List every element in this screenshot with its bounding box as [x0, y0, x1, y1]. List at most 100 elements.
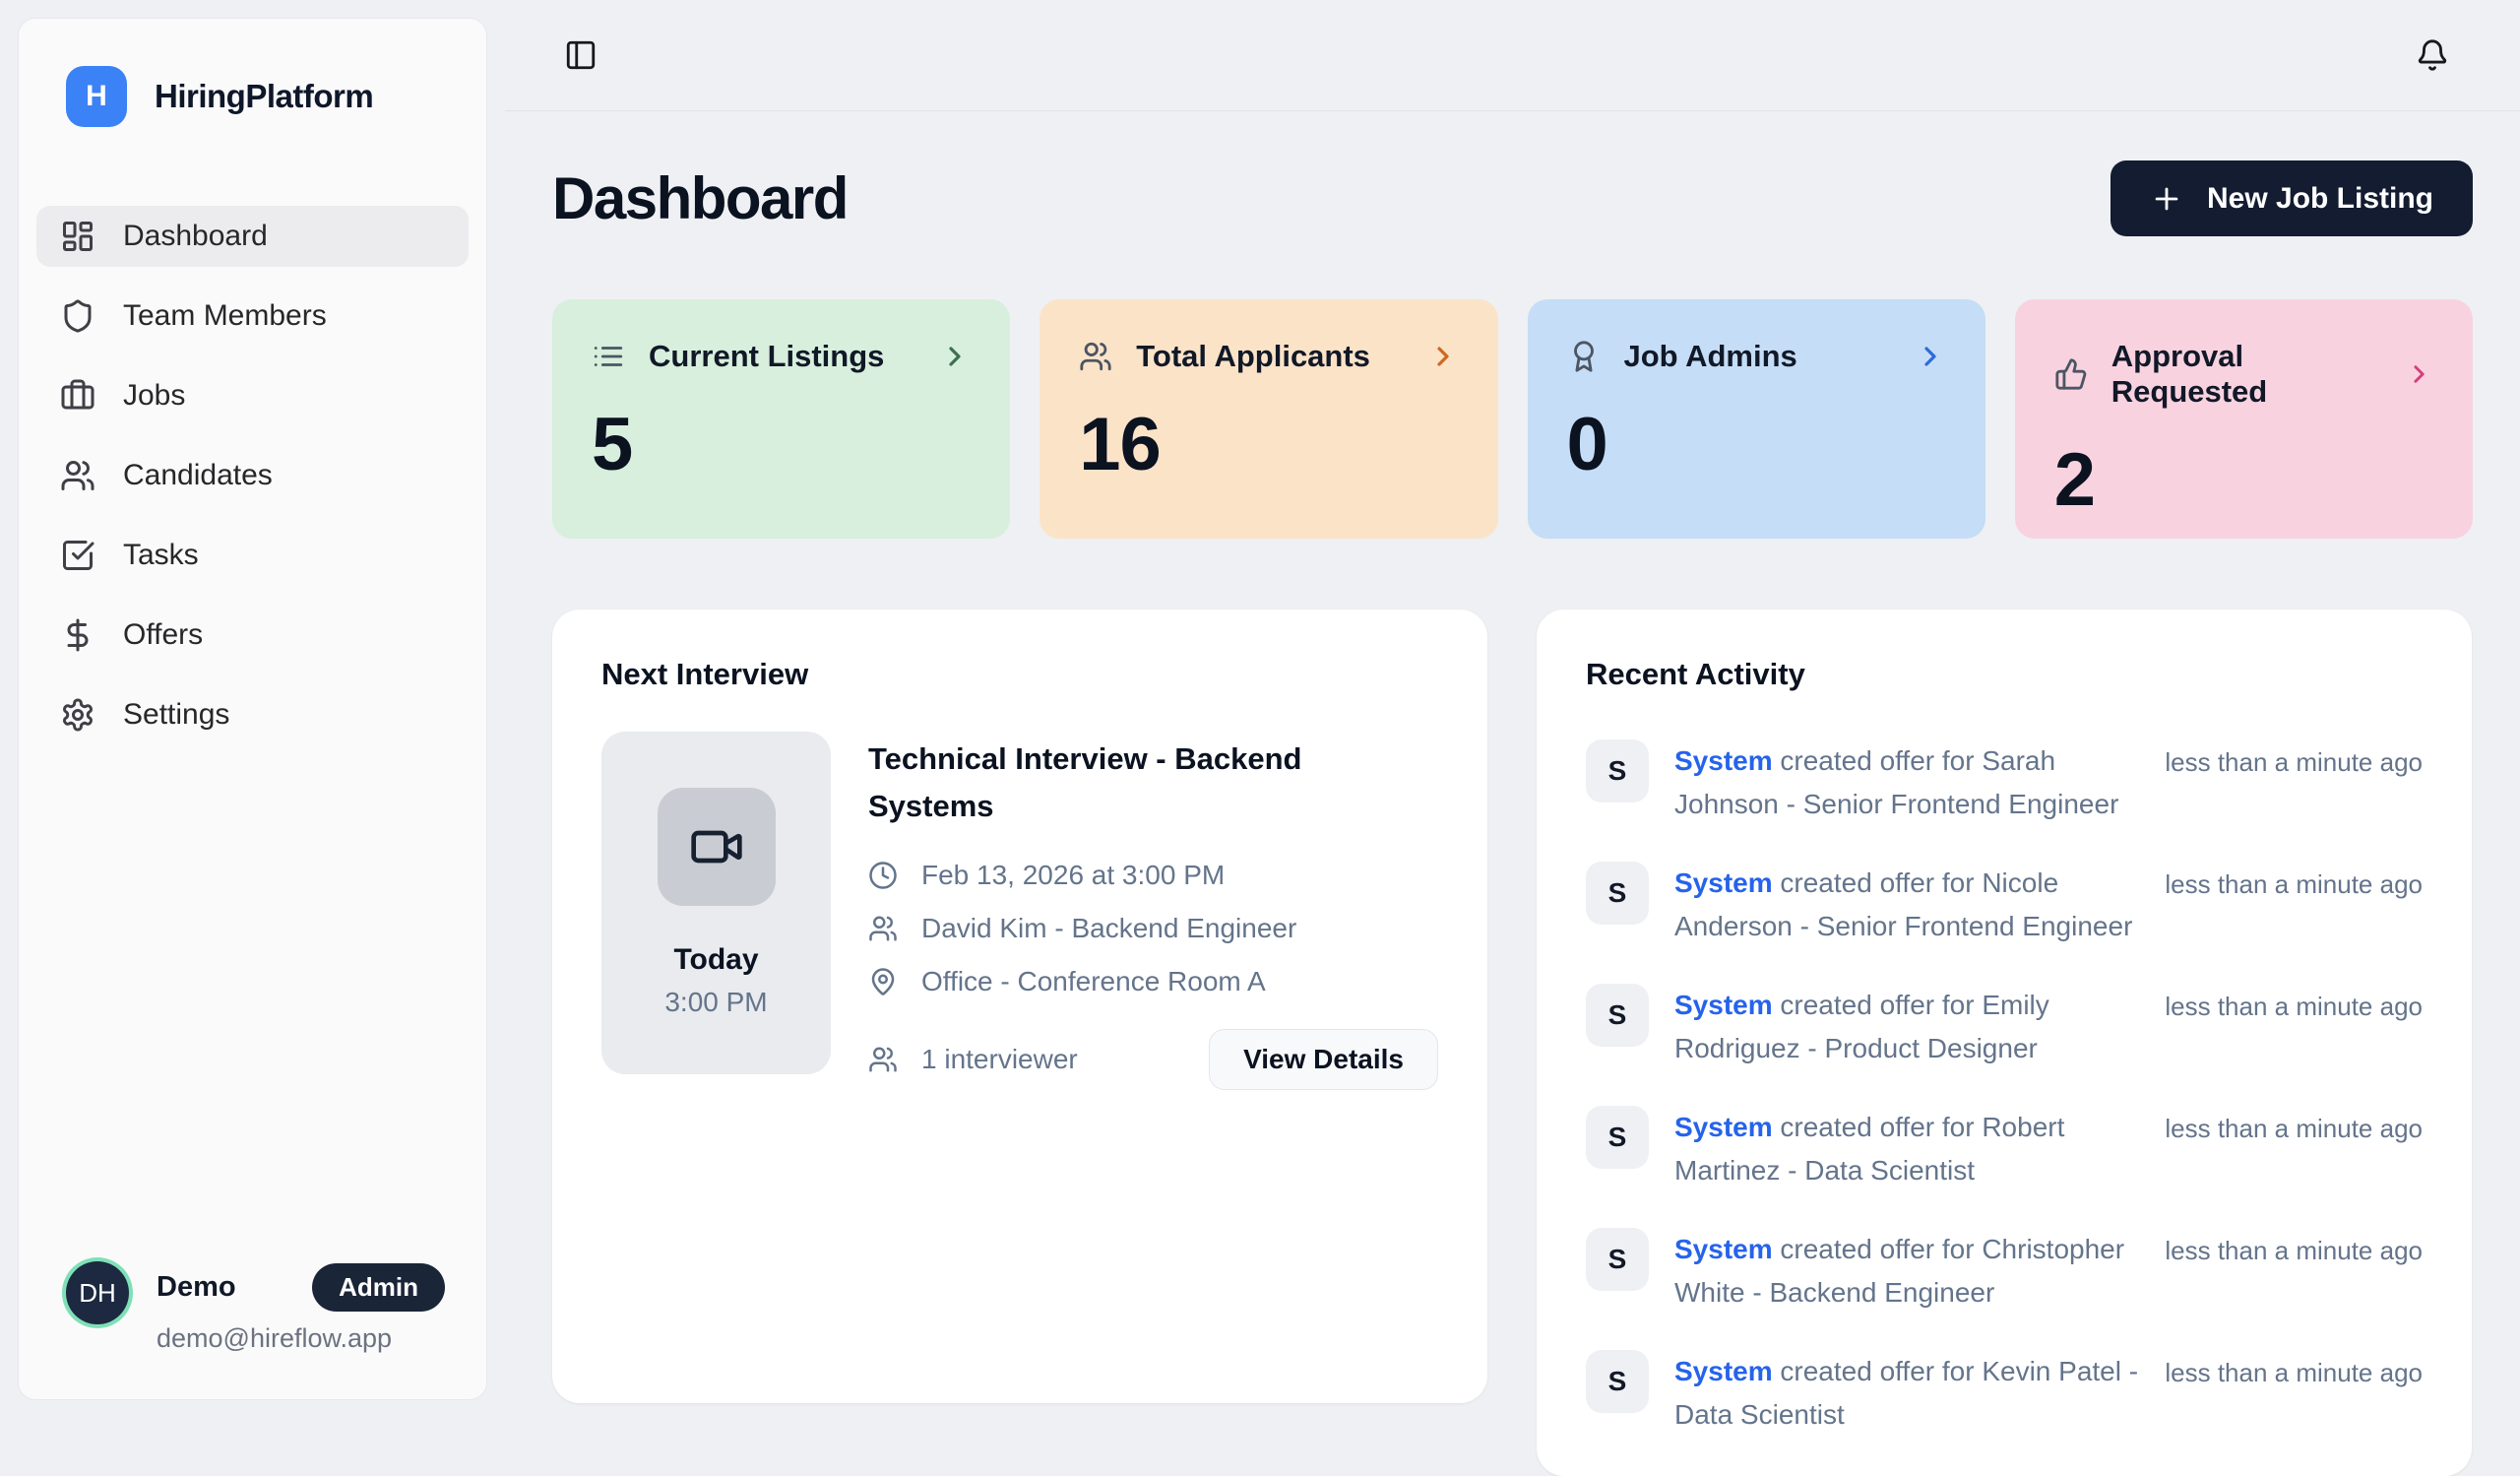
activity-timestamp: less than a minute ago: [2165, 739, 2423, 778]
sidebar-nav: Dashboard Team Members Jobs Candidates T…: [19, 206, 486, 764]
sidebar-item-settings[interactable]: Settings: [36, 684, 469, 745]
stat-label: Total Applicants: [1136, 339, 1370, 374]
sidebar-item-label: Team Members: [123, 299, 327, 333]
stat-value: 5: [592, 402, 971, 487]
chevron-right-icon: [2405, 358, 2433, 390]
stat-value: 0: [1567, 402, 1946, 487]
sidebar-user[interactable]: DH Demo Admin demo@hireflow.app: [19, 1261, 486, 1399]
activity-avatar: S: [1586, 984, 1649, 1047]
sidebar-item-tasks[interactable]: Tasks: [36, 525, 469, 586]
activity-actor[interactable]: System: [1674, 745, 1773, 776]
users-icon: [60, 458, 95, 493]
avatar-initials: DH: [79, 1278, 116, 1309]
sidebar-item-jobs[interactable]: Jobs: [36, 365, 469, 426]
clock-icon: [868, 861, 898, 890]
activity-timestamp: less than a minute ago: [2165, 862, 2423, 900]
map-pin-icon: [868, 967, 898, 996]
stat-card-current-listings[interactable]: Current Listings 5: [552, 299, 1010, 539]
user-meta: Demo Admin demo@hireflow.app: [157, 1261, 445, 1354]
brand-initial: H: [86, 80, 107, 113]
sidebar-item-label: Dashboard: [123, 220, 268, 253]
interview-candidate-row: David Kim - Backend Engineer: [868, 913, 1438, 944]
activity-actor[interactable]: System: [1674, 1112, 1773, 1142]
interviewer-count: 1 interviewer: [921, 1044, 1078, 1075]
next-interview-title: Next Interview: [601, 657, 1438, 692]
activity-avatar: S: [1586, 1228, 1649, 1291]
interview-datetime: Feb 13, 2026 at 3:00 PM: [921, 860, 1225, 891]
users-icon: [1079, 340, 1112, 373]
briefcase-icon: [60, 378, 95, 414]
sidebar-item-label: Candidates: [123, 459, 273, 492]
stat-label: Job Admins: [1624, 339, 1797, 374]
check-square-icon: [60, 538, 95, 573]
interview-day-label: Today: [673, 943, 758, 977]
layout-dashboard-icon: [60, 219, 95, 254]
sidebar-item-label: Offers: [123, 618, 203, 652]
activity-item: S System created offer for Kevin Patel -…: [1586, 1350, 2423, 1437]
interview-title: Technical Interview - Backend Systems: [868, 736, 1341, 830]
interviewer-count-row: 1 interviewer: [868, 1044, 1078, 1075]
gear-icon: [60, 697, 95, 733]
activity-avatar: S: [1586, 739, 1649, 802]
video-icon: [689, 819, 744, 874]
next-interview-panel: Next Interview Today 3:00 PM Technical I…: [552, 610, 1487, 1403]
activity-actor[interactable]: System: [1674, 990, 1773, 1020]
stat-cards: Current Listings 5 Total Applicants 16 J…: [552, 299, 2473, 539]
sidebar-item-dashboard[interactable]: Dashboard: [36, 206, 469, 267]
sidebar-item-candidates[interactable]: Candidates: [36, 445, 469, 506]
activity-actor[interactable]: System: [1674, 867, 1773, 898]
activity-item: S System created offer for Christopher W…: [1586, 1228, 2423, 1315]
topbar: [505, 0, 2520, 111]
activity-item: S System created offer for Sarah Johnson…: [1586, 739, 2423, 826]
video-icon-box: [658, 788, 776, 906]
activity-timestamp: less than a minute ago: [2165, 1228, 2423, 1266]
activity-item: S System created offer for Robert Martin…: [1586, 1106, 2423, 1192]
interview-location: Office - Conference Room A: [921, 966, 1266, 997]
dollar-icon: [60, 617, 95, 653]
sidebar-item-label: Settings: [123, 698, 229, 732]
interview-date-tile: Today 3:00 PM: [601, 732, 831, 1074]
brand-logo: H: [66, 66, 127, 127]
page-title: Dashboard: [552, 164, 848, 232]
sidebar-toggle-button[interactable]: [564, 38, 598, 72]
interview-candidate: David Kim - Backend Engineer: [921, 913, 1296, 944]
users-icon: [868, 914, 898, 943]
interview-location-row: Office - Conference Room A: [868, 966, 1438, 997]
view-details-button[interactable]: View Details: [1209, 1029, 1438, 1090]
notifications-button[interactable]: [2416, 38, 2449, 72]
content: Dashboard New Job Listing Current Listin…: [505, 160, 2520, 1476]
stat-card-approval-requested[interactable]: Approval Requested 2: [2015, 299, 2473, 539]
sidebar-item-offers[interactable]: Offers: [36, 605, 469, 666]
brand-name: HiringPlatform: [155, 78, 373, 115]
sidebar-item-label: Tasks: [123, 539, 199, 572]
recent-activity-title: Recent Activity: [1586, 657, 2423, 692]
interview-time-label: 3:00 PM: [664, 987, 767, 1018]
activity-timestamp: less than a minute ago: [2165, 1350, 2423, 1388]
activity-actor[interactable]: System: [1674, 1356, 1773, 1386]
list-icon: [592, 340, 625, 373]
admin-badge: Admin: [312, 1263, 445, 1312]
plus-icon: [2150, 182, 2183, 216]
stat-label: Current Listings: [649, 339, 884, 374]
sidebar-item-label: Jobs: [123, 379, 185, 413]
recent-activity-panel: Recent Activity S System created offer f…: [1537, 610, 2472, 1476]
sidebar-item-team-members[interactable]: Team Members: [36, 286, 469, 347]
brand: H HiringPlatform: [19, 19, 486, 127]
avatar: DH: [66, 1261, 129, 1324]
stat-card-job-admins[interactable]: Job Admins 0: [1528, 299, 1985, 539]
shield-icon: [60, 298, 95, 334]
interview-datetime-row: Feb 13, 2026 at 3:00 PM: [868, 860, 1438, 891]
stat-label: Approval Requested: [2111, 339, 2381, 410]
main-area: Dashboard New Job Listing Current Listin…: [505, 0, 2520, 1418]
stat-value: 2: [2054, 437, 2433, 523]
activity-list: S System created offer for Sarah Johnson…: [1586, 739, 2423, 1437]
activity-avatar: S: [1586, 1106, 1649, 1169]
award-icon: [1567, 340, 1601, 373]
new-job-listing-button[interactable]: New Job Listing: [2110, 160, 2473, 236]
stat-value: 16: [1079, 402, 1458, 487]
activity-actor[interactable]: System: [1674, 1234, 1773, 1264]
stat-card-total-applicants[interactable]: Total Applicants 16: [1040, 299, 1497, 539]
sidebar: H HiringPlatform Dashboard Team Members …: [18, 18, 487, 1400]
user-email: demo@hireflow.app: [157, 1323, 445, 1354]
panel-left-icon: [564, 38, 598, 72]
